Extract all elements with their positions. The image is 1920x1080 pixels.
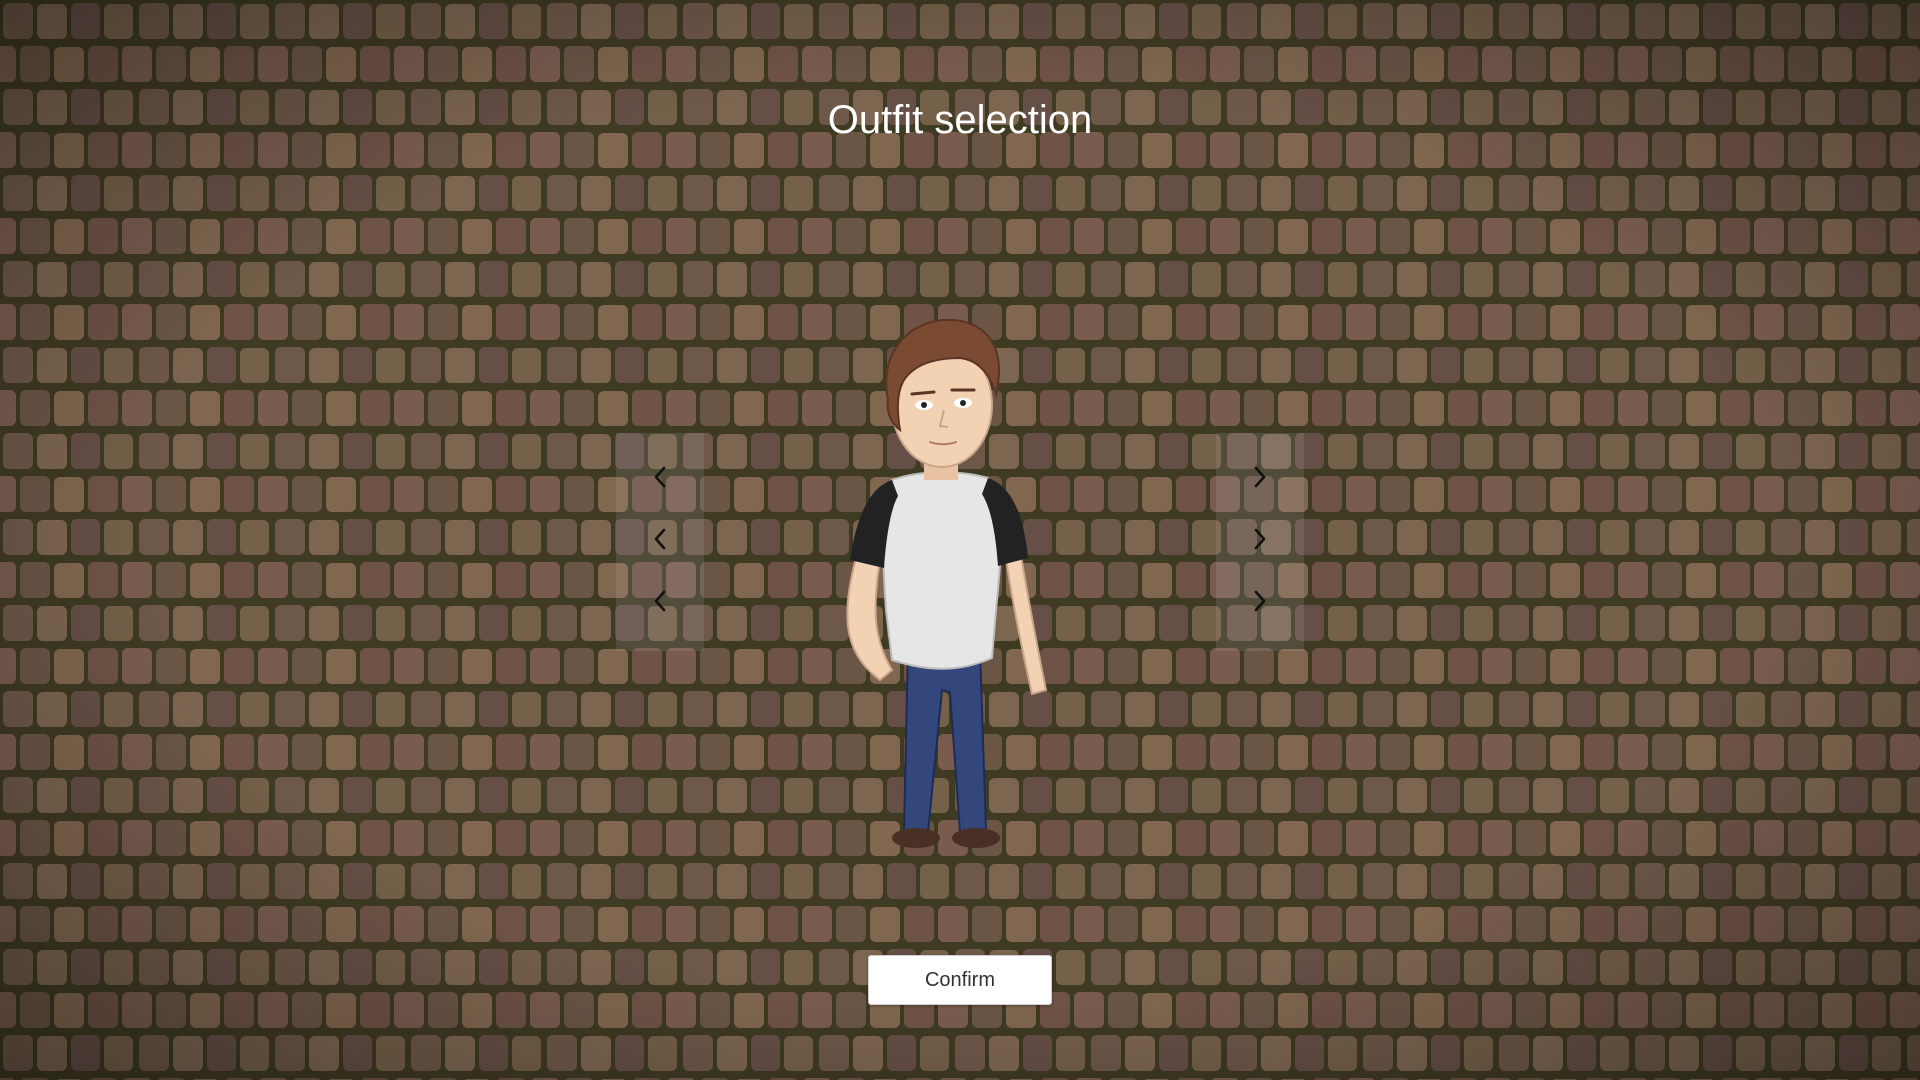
chevron-left-icon (654, 590, 666, 612)
character-left-shoe (892, 828, 940, 848)
chevron-left-icon (654, 466, 666, 488)
chevron-left-icon (654, 528, 666, 550)
character-right-shoe (952, 828, 1000, 848)
next-hair-button[interactable] (1240, 457, 1280, 497)
page-title: Outfit selection (827, 98, 1093, 142)
next-bottom-button[interactable] (1240, 581, 1280, 621)
chevron-right-icon (1254, 466, 1266, 488)
chevron-right-icon (1254, 528, 1266, 550)
previous-outfit-panel (616, 433, 704, 651)
previous-top-button[interactable] (640, 519, 680, 559)
outfit-selection-screen: Outfit selection Confirm (0, 0, 1920, 1080)
character-right-arm (1004, 548, 1048, 696)
confirm-button[interactable]: Confirm (868, 955, 1052, 1005)
next-top-button[interactable] (1240, 519, 1280, 559)
previous-bottom-button[interactable] (640, 581, 680, 621)
chevron-right-icon (1254, 590, 1266, 612)
character-shirt (881, 471, 1003, 670)
next-outfit-panel (1216, 433, 1304, 651)
character-pants (902, 649, 988, 834)
character-preview (846, 318, 1048, 848)
previous-hair-button[interactable] (640, 457, 680, 497)
